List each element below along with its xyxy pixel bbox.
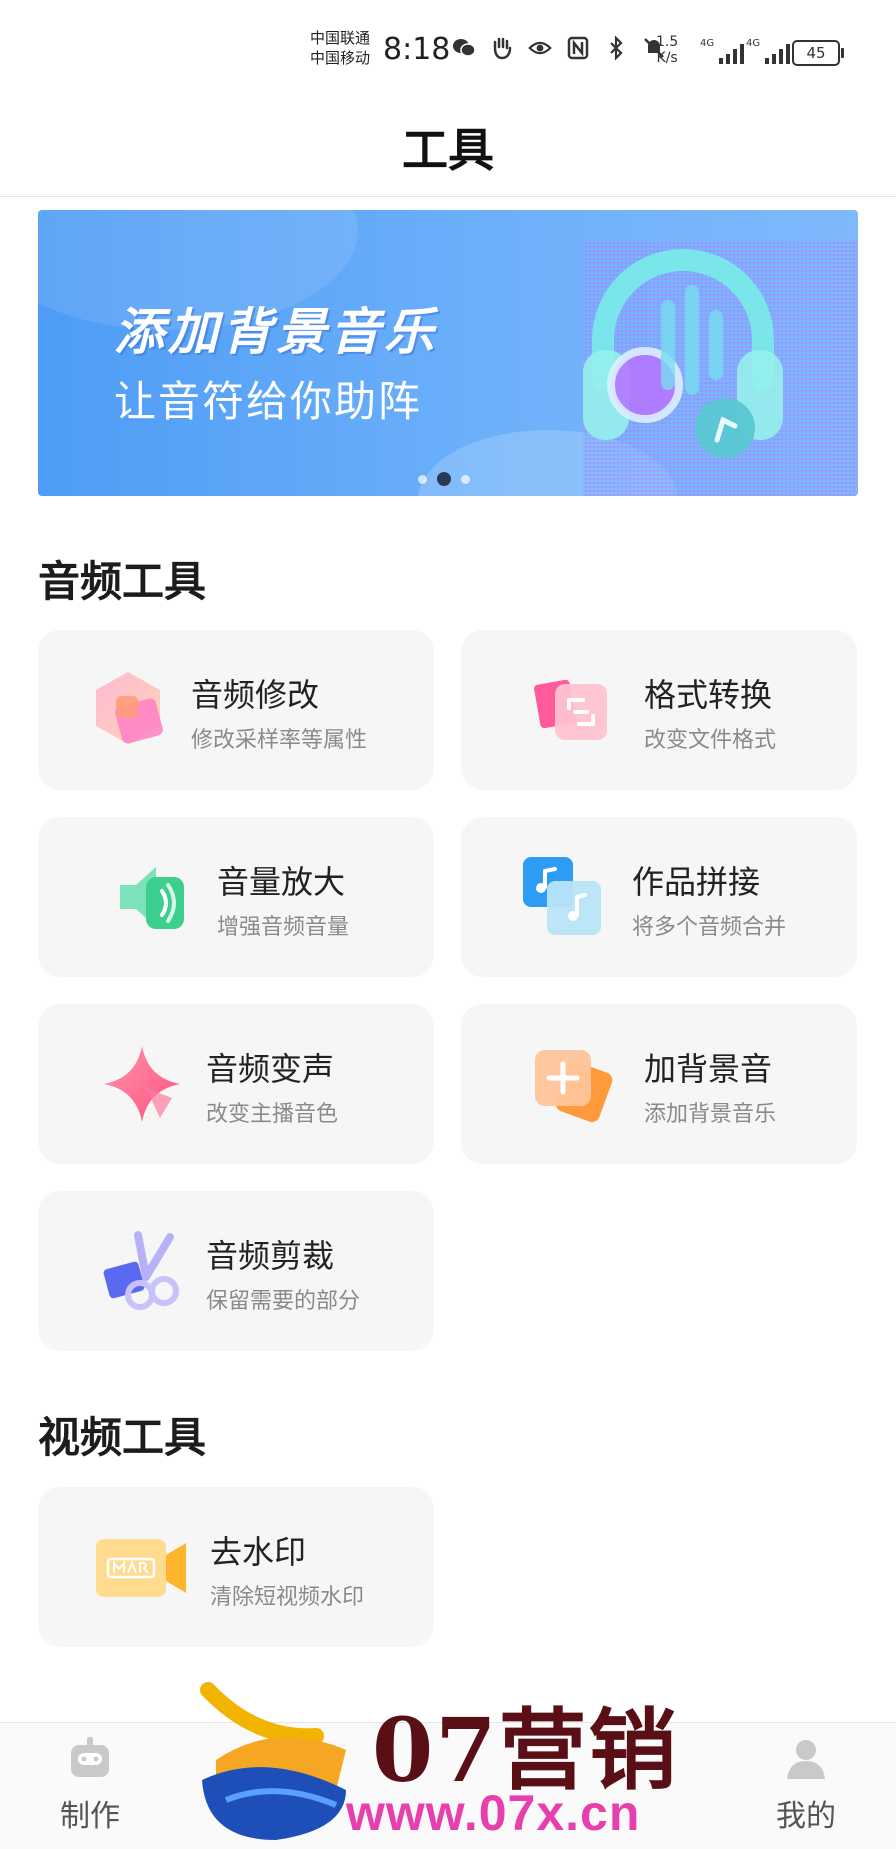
tool-card-volume-boost[interactable]: 音量放大 增强音频音量 (38, 817, 434, 977)
tool-desc: 保留需要的部分 (206, 1289, 361, 1314)
voice-change-icon (104, 1046, 180, 1122)
carrier-1: 中国联通 (310, 29, 371, 47)
net-speed: 1.5 K/s (656, 34, 679, 66)
nav-item-mine[interactable]: 我的 (746, 1735, 866, 1835)
battery-indicator: 45 (792, 40, 844, 66)
format-convert-icon (534, 679, 607, 740)
tool-name: 音量放大 (217, 863, 346, 901)
tool-name: 作品拼接 (632, 863, 761, 901)
robot-icon (71, 1737, 109, 1777)
audio-tools-title: 音频工具 (38, 557, 207, 606)
site-watermark: 07营销 www.07x.cn (196, 1680, 716, 1848)
page-dot[interactable] (461, 474, 470, 484)
hand-icon (490, 36, 514, 60)
volume-boost-icon (120, 867, 184, 929)
tool-desc: 添加背景音乐 (644, 1102, 777, 1127)
clock: 8:18 (383, 32, 451, 67)
banner-pagination[interactable] (418, 472, 470, 486)
tool-desc: 修改采样率等属性 (191, 728, 368, 753)
tool-name: 音频剪裁 (206, 1237, 335, 1275)
page-title: 工具 (402, 123, 494, 177)
status-bar: 中国联通 中国移动 8:18 1.5 K/s 4G 4G 45 (0, 0, 896, 100)
profile-icon (787, 1740, 825, 1779)
tool-card-merge[interactable]: 作品拼接 将多个音频合并 (461, 817, 857, 977)
tool-name: 格式转换 (644, 676, 773, 714)
carrier-info: 中国联通 中国移动 (310, 28, 370, 68)
merge-icon (523, 857, 601, 935)
status-icons (452, 36, 666, 60)
bluetooth-icon (604, 36, 628, 60)
audio-trim-icon (103, 1231, 179, 1310)
nav-label: 我的 (776, 1799, 836, 1834)
nav-item-make[interactable]: 制作 (30, 1735, 150, 1835)
remove-watermark-icon (96, 1539, 186, 1597)
tool-name: 音频变声 (206, 1050, 335, 1088)
tool-name: 去水印 (210, 1533, 307, 1571)
tool-name: 音频修改 (191, 676, 320, 714)
page-dot-active[interactable] (437, 472, 451, 486)
tool-desc: 改变文件格式 (644, 728, 777, 753)
tool-card-format-convert[interactable]: 格式转换 改变文件格式 (461, 630, 857, 790)
tool-desc: 将多个音频合并 (632, 915, 787, 940)
audio-edit-icon (96, 672, 163, 744)
tool-card-voice-change[interactable]: 音频变声 改变主播音色 (38, 1004, 434, 1164)
tool-card-audio-trim[interactable]: 音频剪裁 保留需要的部分 (38, 1191, 434, 1351)
banner-title: 添加背景音乐 (114, 303, 438, 361)
banner-subtitle: 让音符给你助阵 (114, 377, 423, 426)
tool-desc: 改变主播音色 (206, 1102, 339, 1127)
tool-card-add-bgm[interactable]: 加背景音 添加背景音乐 (461, 1004, 857, 1164)
nav-label: 制作 (60, 1799, 120, 1834)
page-dot[interactable] (418, 474, 427, 484)
eye-icon (528, 36, 552, 60)
video-tools-title: 视频工具 (38, 1413, 207, 1462)
watermark-url: www.07x.cn (346, 1785, 641, 1841)
promo-banner[interactable]: 添加背景音乐 让音符给你助阵 (38, 210, 858, 496)
tool-desc: 清除短视频水印 (210, 1585, 365, 1610)
wechat-icon (452, 36, 476, 60)
tool-card-audio-edit[interactable]: 音频修改 修改采样率等属性 (38, 630, 434, 790)
carrier-2: 中国移动 (310, 49, 371, 67)
signal-2-icon: 4G (746, 38, 791, 64)
tool-name: 加背景音 (644, 1050, 773, 1088)
tool-card-remove-watermark[interactable]: 去水印 清除短视频水印 (38, 1487, 434, 1647)
signal-1-icon: 4G (700, 38, 745, 64)
add-bgm-icon (535, 1050, 613, 1123)
headphones-icon (583, 249, 783, 458)
watermark-logo-icon (200, 1682, 346, 1840)
nfc-icon (566, 36, 590, 60)
top-bar: 工具 (0, 100, 896, 197)
tool-desc: 增强音频音量 (217, 915, 350, 940)
